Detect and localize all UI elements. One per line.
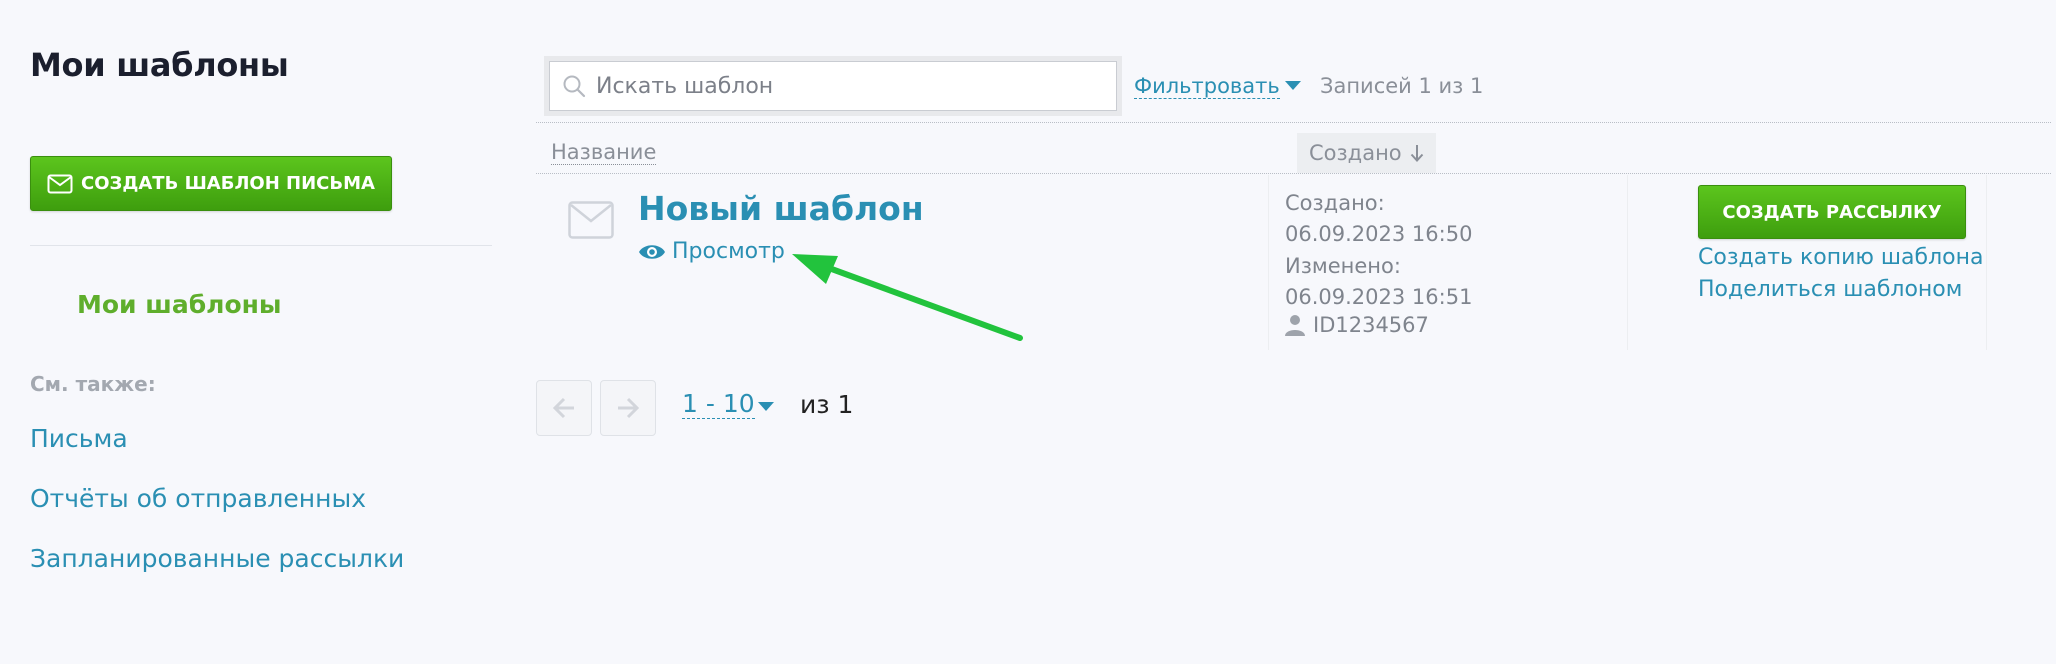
template-title[interactable]: Новый шаблон [638, 189, 924, 228]
sidebar-link-letters[interactable]: Письма [30, 424, 128, 453]
eye-icon [639, 244, 665, 259]
page-total: из 1 [800, 390, 854, 419]
search-icon [563, 75, 586, 98]
column-header-created[interactable]: Создано [1297, 133, 1436, 173]
user-icon [1285, 315, 1305, 336]
table-row: Новый шаблон Просмотр Создано: 06.09.202… [536, 175, 1988, 350]
envelope-icon [568, 201, 614, 239]
sort-down-arrow-icon [1410, 145, 1423, 162]
sidebar-item-my-templates[interactable]: Мои шаблоны [77, 290, 282, 319]
created-label: Создано: [1285, 191, 1385, 215]
column-header-name[interactable]: Название [551, 140, 657, 165]
create-mailing-button[interactable]: СОЗДАТЬ РАССЫЛКУ [1698, 185, 1966, 239]
sidebar-link-scheduled[interactable]: Запланированные рассылки [30, 544, 404, 573]
search-container [544, 56, 1122, 116]
records-count: Записей 1 из 1 [1320, 74, 1484, 98]
sidebar: Мои шаблоны СОЗДАТЬ ШАБЛОН ПИСЬМА Мои ша… [30, 0, 492, 664]
copy-template-link[interactable]: Создать копию шаблона [1698, 245, 1984, 270]
create-template-label: СОЗДАТЬ ШАБЛОН ПИСЬМА [81, 173, 375, 194]
column-header-created-label: Создано [1309, 141, 1402, 165]
owner: ID1234567 [1285, 313, 1429, 337]
sidebar-divider [30, 245, 492, 246]
prev-page-button[interactable] [536, 380, 592, 436]
create-template-button[interactable]: СОЗДАТЬ ШАБЛОН ПИСЬМА [30, 156, 392, 211]
modified-label: Изменено: [1285, 254, 1401, 278]
row-border [1986, 175, 1987, 350]
search-input[interactable] [596, 73, 1096, 99]
filter-link[interactable]: Фильтровать [1134, 74, 1280, 99]
arrow-right-icon [618, 397, 640, 419]
preview-link[interactable]: Просмотр [638, 239, 785, 264]
divider [536, 122, 2051, 123]
modified-value: 06.09.2023 16:51 [1285, 285, 1473, 309]
search-box [549, 61, 1117, 111]
divider [536, 173, 2051, 174]
page-title: Мои шаблоны [30, 46, 289, 84]
created-value: 06.09.2023 16:50 [1285, 222, 1473, 246]
annotation-arrow [792, 254, 1023, 341]
arrow-left-icon [552, 397, 574, 419]
filter-dropdown-icon[interactable] [1285, 81, 1301, 90]
envelope-icon [47, 174, 73, 193]
next-page-button[interactable] [600, 380, 656, 436]
meta-column: Создано: 06.09.2023 16:50 Изменено: 06.0… [1268, 175, 1628, 350]
page-size-dropdown-icon[interactable] [758, 402, 774, 411]
owner-id: ID1234567 [1313, 313, 1429, 337]
preview-label: Просмотр [672, 239, 785, 264]
see-also-heading: См. также: [30, 372, 156, 396]
sidebar-link-sent-reports[interactable]: Отчёты об отправленных [30, 484, 366, 513]
page-size-select[interactable]: 1 - 10 [682, 390, 755, 419]
share-template-link[interactable]: Поделиться шаблоном [1698, 277, 1962, 302]
